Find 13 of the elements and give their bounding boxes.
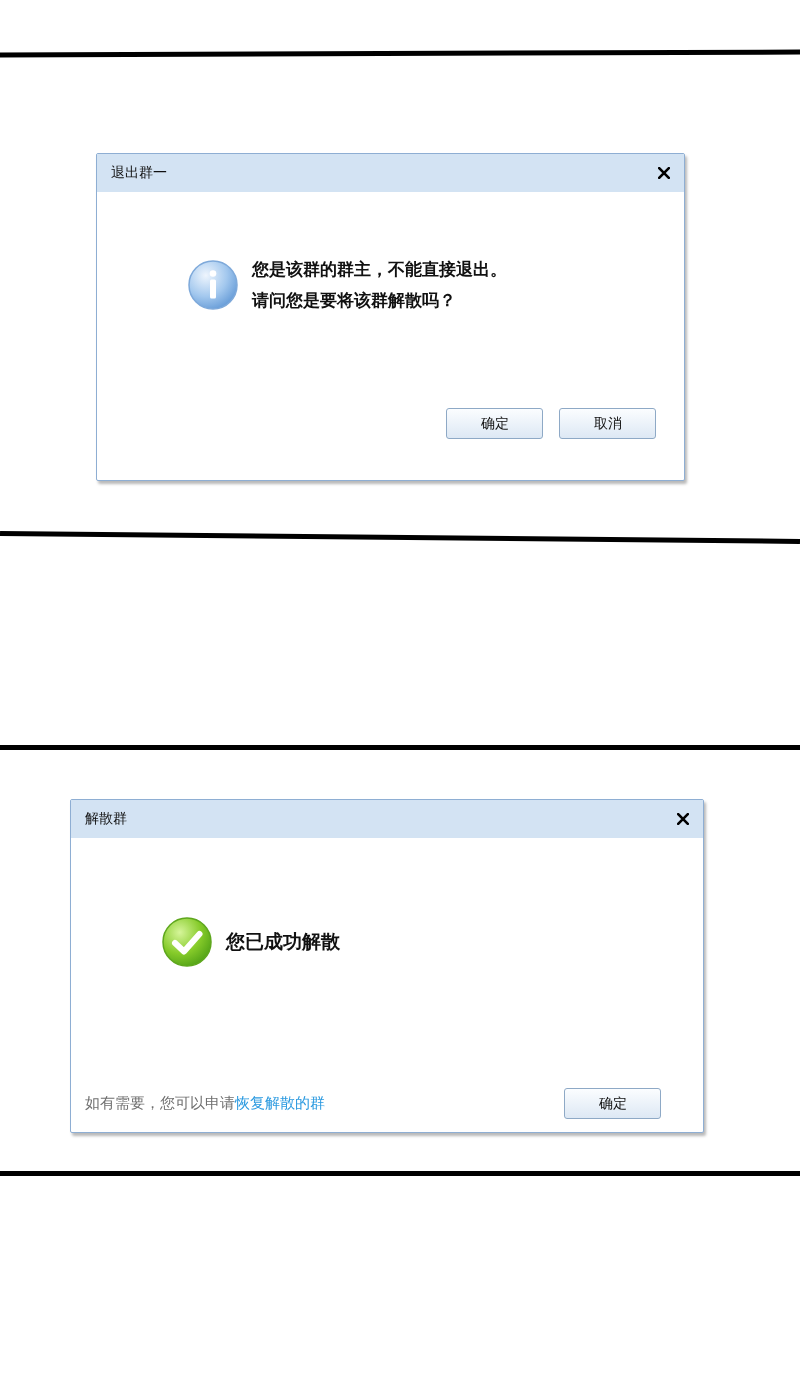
message-text: 您是该群的群主，不能直接退出。	[252, 259, 507, 281]
close-icon[interactable]	[658, 167, 670, 179]
dialog-button[interactable]: 取消	[559, 408, 656, 439]
message-text: 请问您是要将该群解散吗？	[252, 290, 457, 312]
close-icon[interactable]	[677, 813, 689, 825]
check-icon	[162, 917, 212, 967]
info-icon	[188, 260, 238, 310]
message-text: 您已成功解散	[226, 930, 340, 954]
dialog-title: 退出群一	[111, 164, 167, 182]
dialog-title: 解散群	[85, 810, 127, 828]
dialog-button[interactable]: 确定	[564, 1088, 661, 1119]
dialog-button[interactable]: 确定	[446, 408, 543, 439]
footer-note: 如有需要，您可以申请恢复解散的群	[85, 1094, 325, 1113]
